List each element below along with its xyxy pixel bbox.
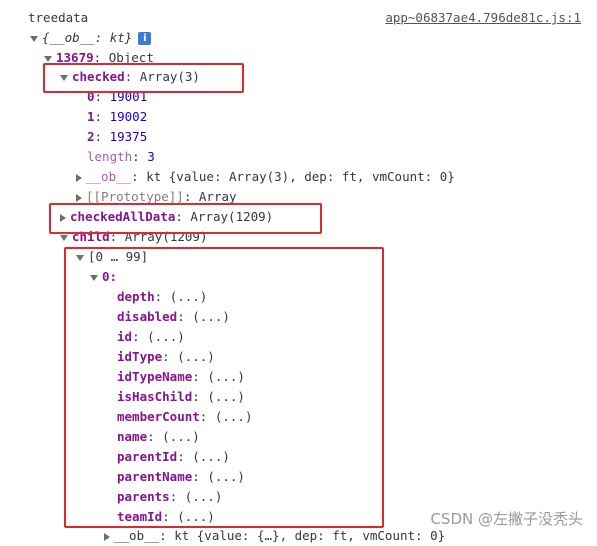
field-value[interactable]: : (...)	[177, 309, 230, 324]
field-row[interactable]: idType: (...)	[117, 347, 215, 367]
watermark: CSDN @左撇子没秃头	[430, 508, 583, 529]
field-value[interactable]: : (...)	[192, 469, 245, 484]
expand-arrow-icon[interactable]	[60, 234, 68, 241]
field-row[interactable]: disabled: (...)	[117, 307, 230, 327]
info-icon[interactable]: i	[138, 32, 152, 45]
bottom-ob-row[interactable]: __ob__: kt {value: {…}, dep: ft, vmCount…	[104, 526, 445, 546]
prototype-value: : Array	[183, 189, 237, 204]
field-row[interactable]: name: (...)	[117, 427, 200, 447]
expand-arrow-icon[interactable]	[44, 55, 52, 62]
checked-item-row: 0: 19001	[87, 89, 148, 104]
root-object-row[interactable]: {__ob__: kt} i	[30, 28, 152, 48]
field-value[interactable]: : (...)	[132, 329, 185, 344]
root-label: treedata	[28, 10, 89, 25]
item-index: 0	[87, 89, 95, 104]
checked-all-row[interactable]: checkedAllData: Array(1209)	[60, 207, 273, 227]
field-key: name	[117, 429, 148, 444]
field-row[interactable]: memberCount: (...)	[117, 407, 252, 427]
length-value: 3	[147, 149, 155, 164]
prototype-key: [[Prototype]]	[86, 189, 184, 204]
expand-arrow-icon[interactable]	[90, 274, 98, 281]
ob-value: : kt {value: Array(3), dep: ft, vmCount:…	[131, 169, 455, 184]
field-row[interactable]: teamId: (...)	[117, 507, 215, 527]
field-value[interactable]: : (...)	[155, 289, 208, 304]
field-value[interactable]: : (...)	[177, 449, 230, 464]
field-key: isHasChild	[117, 389, 193, 404]
length-key: length	[87, 149, 133, 164]
child-value: : Array(1209)	[109, 229, 208, 244]
item-value: 19002	[109, 109, 148, 124]
length-row: length: 3	[87, 149, 155, 164]
object-key: 13679	[56, 50, 94, 65]
item-index: 1	[87, 109, 95, 124]
item-zero-row[interactable]: 0:	[90, 267, 117, 287]
ob-row[interactable]: __ob__: kt {value: Array(3), dep: ft, vm…	[76, 167, 455, 187]
field-value[interactable]: : (...)	[192, 369, 245, 384]
collapse-arrow-icon[interactable]	[76, 173, 82, 182]
prototype-row[interactable]: [[Prototype]]: Array	[76, 187, 237, 207]
item-zero-key: 0:	[102, 269, 118, 284]
range-row[interactable]: [0 … 99]	[76, 247, 148, 267]
field-row[interactable]: parents: (...)	[117, 487, 222, 507]
field-row[interactable]: depth: (...)	[117, 287, 207, 307]
field-value[interactable]: : (...)	[192, 389, 245, 404]
field-key: memberCount	[117, 409, 200, 424]
child-row[interactable]: child: Array(1209)	[60, 227, 207, 247]
range-label: [0 … 99]	[88, 249, 149, 264]
collapse-arrow-icon[interactable]	[76, 193, 82, 202]
field-key: parentId	[117, 449, 178, 464]
item-index: 2	[87, 129, 95, 144]
bottom-ob-summary: __ob__: kt {value: {…}, dep: ft, vmCount…	[114, 528, 446, 543]
object-row[interactable]: 13679: Object	[44, 48, 154, 68]
checked-item-row: 2: 19375	[87, 129, 148, 144]
field-row[interactable]: parentName: (...)	[117, 467, 245, 487]
child-key: child	[72, 229, 110, 244]
field-value[interactable]: : (...)	[170, 489, 223, 504]
field-key: teamId	[117, 509, 163, 524]
field-key: idType	[117, 349, 163, 364]
expand-arrow-icon[interactable]	[76, 254, 84, 261]
root-object-summary: {__ob__: kt}	[42, 30, 133, 45]
checked-key: checked	[72, 69, 125, 84]
ob-key: __ob__	[86, 169, 132, 184]
collapse-arrow-icon[interactable]	[60, 213, 66, 222]
checked-value: : Array(3)	[124, 69, 200, 84]
checked-all-value: : Array(1209)	[175, 209, 274, 224]
checked-item-row: 1: 19002	[87, 109, 148, 124]
field-key: idTypeName	[117, 369, 193, 384]
expand-arrow-icon[interactable]	[30, 35, 38, 42]
field-value[interactable]: : (...)	[162, 349, 215, 364]
field-value[interactable]: : (...)	[200, 409, 253, 424]
field-key: parents	[117, 489, 170, 504]
item-value: 19375	[109, 129, 148, 144]
source-link[interactable]: app~06837ae4.796de81c.js:1	[385, 10, 581, 25]
checked-all-key: checkedAllData	[70, 209, 176, 224]
field-row[interactable]: parentId: (...)	[117, 447, 230, 467]
field-value[interactable]: : (...)	[147, 429, 200, 444]
checked-row[interactable]: checked: Array(3)	[60, 67, 200, 87]
object-value: : Object	[93, 50, 154, 65]
field-value[interactable]: : (...)	[162, 509, 215, 524]
field-key: depth	[117, 289, 155, 304]
field-key: parentName	[117, 469, 193, 484]
field-row[interactable]: id: (...)	[117, 327, 185, 347]
expand-arrow-icon[interactable]	[60, 74, 68, 81]
field-key: id	[117, 329, 133, 344]
field-row[interactable]: idTypeName: (...)	[117, 367, 245, 387]
item-value: 19001	[109, 89, 148, 104]
field-row[interactable]: isHasChild: (...)	[117, 387, 245, 407]
field-key: disabled	[117, 309, 178, 324]
